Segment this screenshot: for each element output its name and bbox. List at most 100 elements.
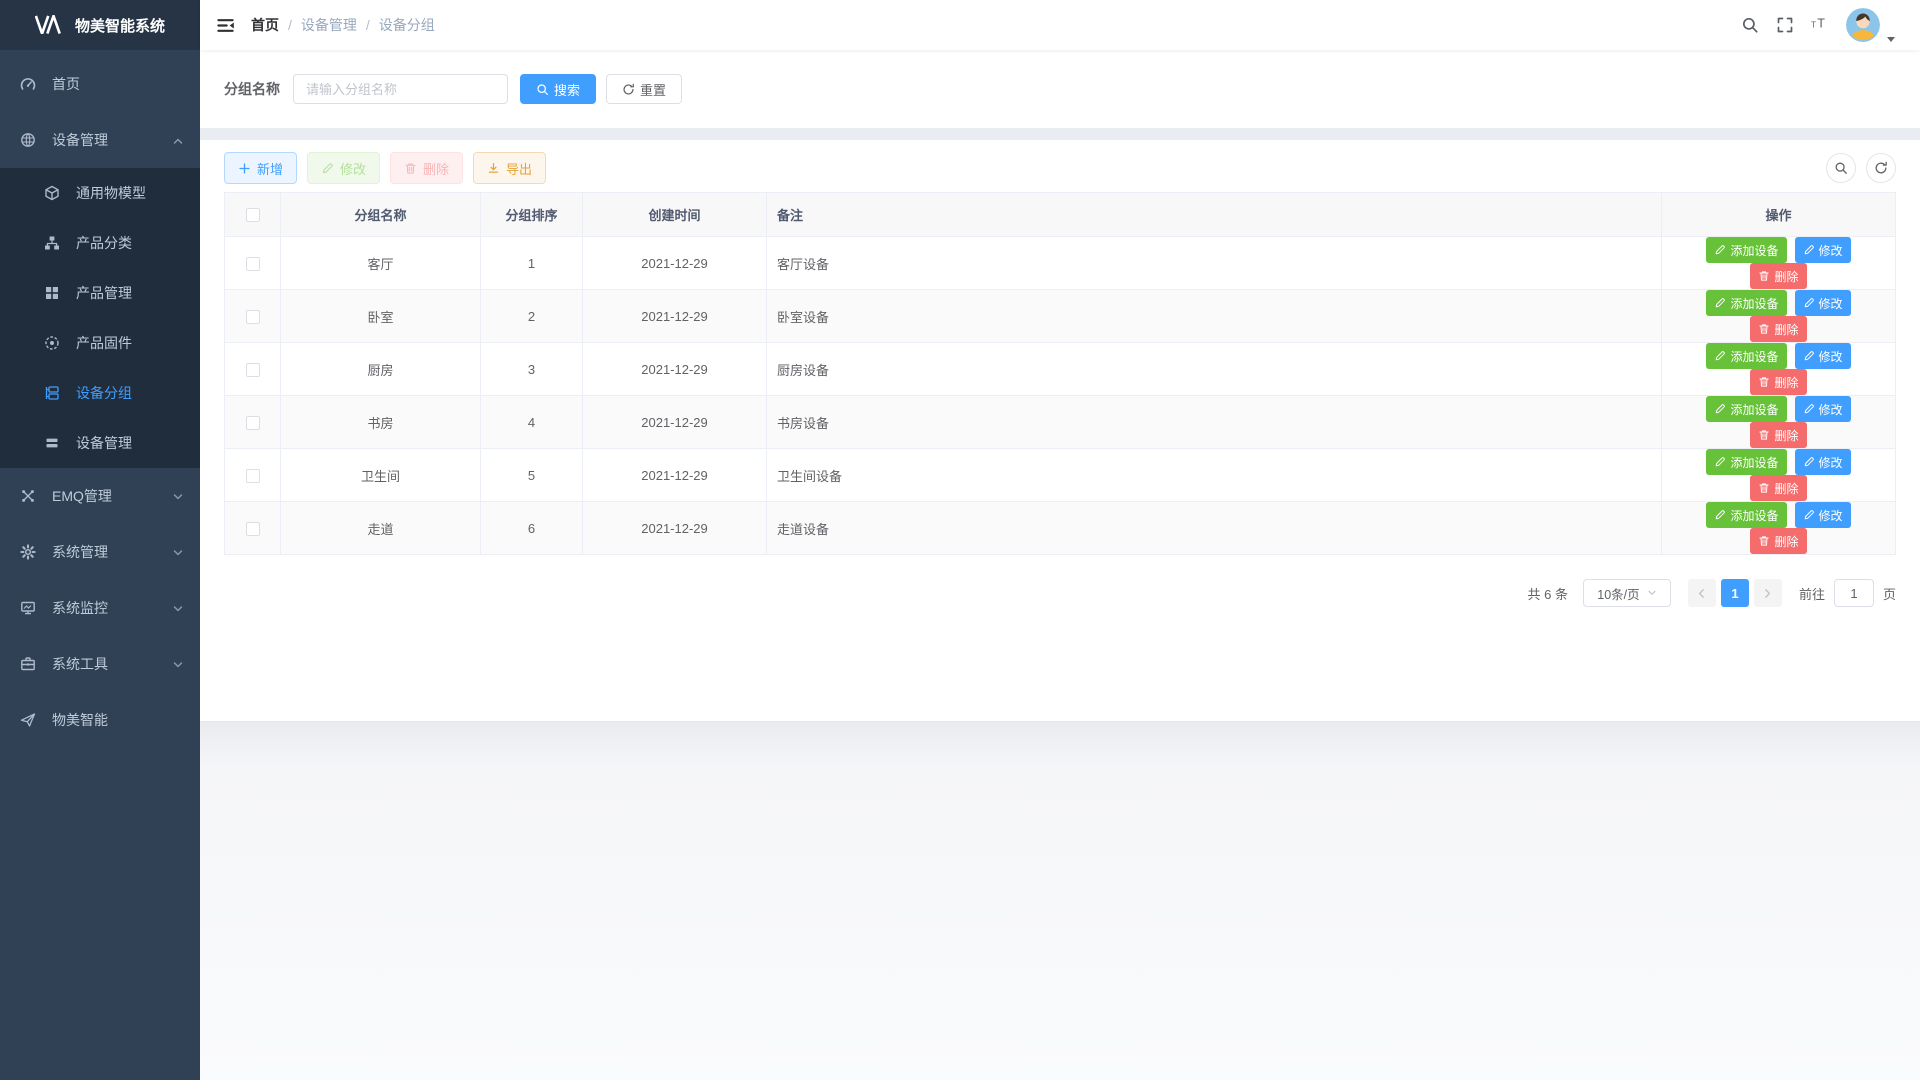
edit-icon	[1803, 297, 1815, 309]
delete-row-button[interactable]: 删除	[1750, 528, 1806, 554]
chevron-left-icon	[1696, 588, 1707, 599]
reset-button[interactable]: 重置	[606, 74, 682, 104]
page-size-select[interactable]: 10条/页	[1583, 579, 1671, 607]
sidebar-item-product-category[interactable]: 产品分类	[0, 218, 200, 268]
row-checkbox[interactable]	[246, 363, 260, 377]
remark-cell: 走道设备	[767, 502, 1662, 555]
breadcrumb-separator: /	[366, 17, 370, 33]
add-device-button[interactable]: 添加设备	[1706, 449, 1786, 475]
edit-row-button[interactable]: 修改	[1795, 396, 1851, 422]
select-all-checkbox[interactable]	[246, 208, 260, 222]
remark-cell: 卧室设备	[767, 290, 1662, 343]
add-device-label: 添加设备	[1730, 348, 1778, 365]
caret-down-icon	[1886, 31, 1896, 41]
sidebar-item-product-firmware[interactable]: 产品固件	[0, 318, 200, 368]
add-device-button[interactable]: 添加设备	[1706, 237, 1786, 263]
group-name-cell: 走道	[281, 502, 481, 555]
delete-row-button[interactable]: 删除	[1750, 475, 1806, 501]
table-toolbar: 新增 修改 删除 导出	[224, 152, 1896, 184]
sidebar-item-system-tools[interactable]: 系统工具	[0, 636, 200, 692]
sidebar-toggle-icon[interactable]	[216, 16, 235, 35]
edit-row-button[interactable]: 修改	[1795, 449, 1851, 475]
sidebar-item-label: 产品固件	[76, 333, 132, 353]
breadcrumb-item[interactable]: 首页	[251, 15, 279, 35]
edit-row-button[interactable]: 修改	[1795, 502, 1851, 528]
created-time-cell: 2021-12-29	[583, 237, 767, 290]
delete-row-button[interactable]: 删除	[1750, 369, 1806, 395]
trash-icon	[1758, 376, 1770, 388]
add-button[interactable]: 新增	[224, 152, 297, 184]
export-button[interactable]: 导出	[473, 152, 546, 184]
sidebar-item-system-manage[interactable]: 系统管理	[0, 524, 200, 580]
sidebar-item-device-list[interactable]: 设备管理	[0, 418, 200, 468]
goto-label: 前往	[1799, 584, 1825, 603]
trash-icon	[1758, 429, 1770, 441]
edit-row-button[interactable]: 修改	[1795, 343, 1851, 369]
sidebar-item-product-manage[interactable]: 产品管理	[0, 268, 200, 318]
group-name-cell: 厨房	[281, 343, 481, 396]
font-size-icon[interactable]: TT	[1811, 16, 1829, 34]
user-menu[interactable]	[1846, 8, 1896, 42]
page-number-1[interactable]: 1	[1721, 579, 1749, 607]
edit-row-button[interactable]: 修改	[1795, 290, 1851, 316]
cube-icon	[44, 185, 60, 201]
header-search-icon[interactable]	[1741, 16, 1759, 34]
table-row: 客厅12021-12-29客厅设备添加设备修改删除	[225, 237, 1896, 290]
row-checkbox[interactable]	[246, 416, 260, 430]
delete-row-button[interactable]: 删除	[1750, 422, 1806, 448]
sidebar-item-label: 设备分组	[76, 383, 132, 403]
select-all-cell	[225, 193, 281, 237]
table-header-row: 分组名称 分组排序 创建时间 备注 操作	[225, 193, 1896, 237]
group-order-cell: 2	[481, 290, 583, 343]
edit-row-label: 修改	[1819, 348, 1843, 365]
device-group-table: 分组名称 分组排序 创建时间 备注 操作 客厅12021-12-29客厅设备添加…	[224, 192, 1896, 555]
fullscreen-icon[interactable]	[1776, 16, 1794, 34]
delete-row-button[interactable]: 删除	[1750, 263, 1806, 289]
row-checkbox[interactable]	[246, 257, 260, 271]
add-device-button[interactable]: 添加设备	[1706, 290, 1786, 316]
sidebar-item-home[interactable]: 首页	[0, 56, 200, 112]
delete-row-button[interactable]: 删除	[1750, 316, 1806, 342]
breadcrumb-item: 设备管理	[301, 15, 357, 35]
delete-button[interactable]: 删除	[390, 152, 463, 184]
col-remark: 备注	[767, 193, 1662, 237]
chevron-up-icon	[172, 134, 184, 146]
chevron-down-icon	[172, 602, 184, 614]
row-checkbox[interactable]	[246, 310, 260, 324]
gear-icon	[20, 544, 36, 560]
sidebar-item-system-monitor[interactable]: 系统监控	[0, 580, 200, 636]
edit-row-label: 修改	[1819, 401, 1843, 418]
breadcrumb: 首页/设备管理/设备分组	[251, 15, 435, 35]
edit-icon	[1714, 244, 1726, 256]
sidebar-item-thing-model[interactable]: 通用物模型	[0, 168, 200, 218]
remark-cell: 客厅设备	[767, 237, 1662, 290]
next-page-button[interactable]	[1754, 579, 1782, 607]
add-device-button[interactable]: 添加设备	[1706, 396, 1786, 422]
sidebar-item-device-manage[interactable]: 设备管理	[0, 112, 200, 168]
refresh-table-button[interactable]	[1866, 153, 1896, 183]
svg-text:T: T	[1811, 21, 1816, 30]
group-name-input[interactable]	[293, 74, 508, 104]
delete-row-label: 删除	[1774, 427, 1798, 444]
prev-page-button[interactable]	[1688, 579, 1716, 607]
goto-page-input[interactable]	[1834, 579, 1874, 607]
row-checkbox[interactable]	[246, 522, 260, 536]
sidebar-item-emq-manage[interactable]: EMQ管理	[0, 468, 200, 524]
edit-row-button[interactable]: 修改	[1795, 237, 1851, 263]
navbar-right: TT	[1741, 8, 1906, 42]
edit-icon	[1803, 244, 1815, 256]
sidebar-item-wumei-smart[interactable]: 物美智能	[0, 692, 200, 748]
search-button[interactable]: 搜索	[520, 74, 596, 104]
toggle-search-button[interactable]	[1826, 153, 1856, 183]
modify-button[interactable]: 修改	[307, 152, 380, 184]
add-device-button[interactable]: 添加设备	[1706, 502, 1786, 528]
sidebar-item-device-group[interactable]: 设备分组	[0, 368, 200, 418]
chevron-down-icon	[172, 658, 184, 670]
row-checkbox[interactable]	[246, 469, 260, 483]
table-card: 新增 修改 删除 导出	[200, 140, 1920, 721]
edit-row-label: 修改	[1819, 454, 1843, 471]
app-logo[interactable]: 物美智能系统	[0, 0, 200, 50]
pager: 1	[1688, 579, 1782, 607]
add-device-button[interactable]: 添加设备	[1706, 343, 1786, 369]
sidebar-item-label: 产品管理	[76, 283, 132, 303]
